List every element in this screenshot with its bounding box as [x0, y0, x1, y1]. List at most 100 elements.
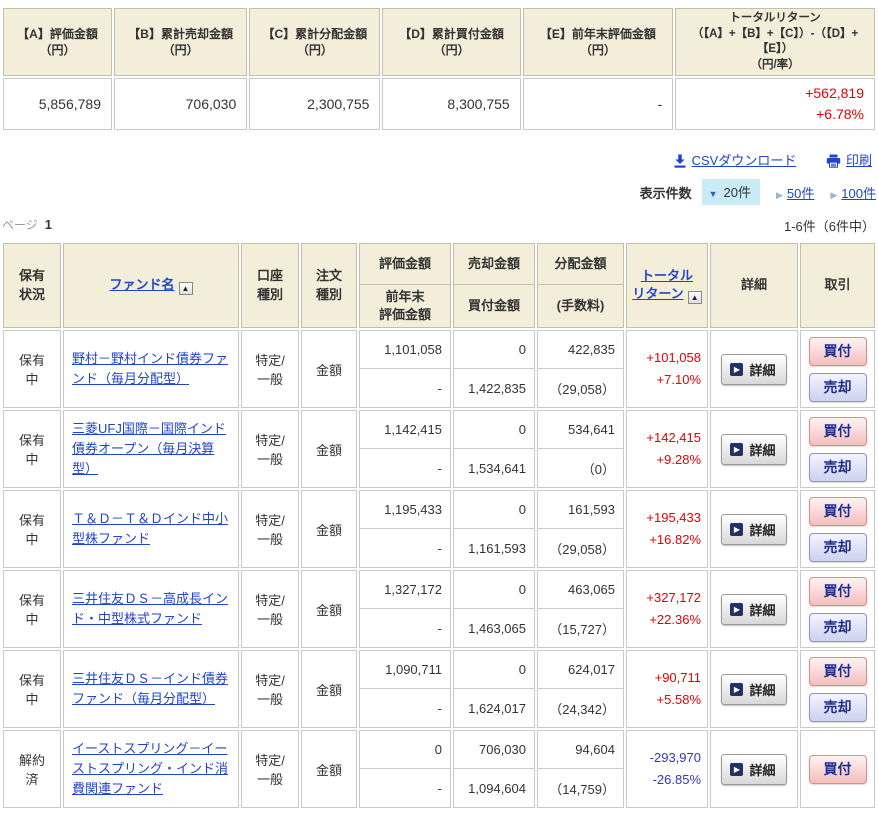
sell-buy-cell: 0 1,463,065	[453, 570, 535, 649]
col-trade: 取引	[800, 243, 875, 329]
detail-button-label: 詳細	[749, 522, 776, 538]
eval-amount-value: 1,090,711	[360, 651, 450, 690]
account-type-cell: 特定/ 一般	[241, 570, 299, 649]
fund-name-link[interactable]: 三菱UFJ国際－国際インド債券オープン（毎月決算型）	[72, 421, 226, 476]
buy-button[interactable]: 買付	[808, 416, 867, 446]
detail-button[interactable]: ▶ 詳細	[721, 513, 787, 545]
distribution-cell: 94,604 （14,759）	[537, 730, 624, 809]
fund-row: 保有 中野村－野村インド債券ファンド（毎月分配型） 特定/ 一般 金額 1,101,0…	[3, 330, 875, 409]
col-eval-amount: 評価金額	[360, 244, 450, 286]
page-indicator: ページ 1	[2, 216, 52, 235]
csv-download-link[interactable]: CSVダウンロード	[673, 153, 796, 168]
summary-table: 【A】評価金額 （円） 【B】累計売却金額 （円） 【C】累計分配金額 （円） 【D】…	[1, 6, 877, 132]
detail-button[interactable]: ▶ 詳細	[721, 353, 787, 385]
col-sell-buy: 売却金額 買付金額	[453, 243, 535, 329]
col-prev-year-eval: 前年末 評価金額	[378, 288, 431, 323]
eval-amount-value: 1,101,058	[360, 331, 450, 370]
display-count-option-50[interactable]: ▶ 50件	[776, 183, 814, 202]
buy-amount-value: 1,161,593	[468, 540, 526, 556]
buy-button[interactable]: 買付	[808, 496, 867, 526]
col-fund-name: ファンド名 ▲	[63, 243, 239, 329]
fund-name-link[interactable]: 三井住友ＤＳ－高成長インド・中型株式ファンド	[72, 591, 228, 626]
pagination-bar: ページ 1 1-6件（6件中）	[2, 216, 875, 235]
display-count-option-100[interactable]: ▶ 100件	[830, 183, 876, 202]
buy-amount-value: 1,463,065	[468, 620, 526, 636]
detail-button[interactable]: ▶ 詳細	[721, 753, 787, 785]
holding-status-cell: 解約 済	[3, 730, 61, 809]
summary-header-row: 【A】評価金額 （円） 【B】累計売却金額 （円） 【C】累計分配金額 （円） 【D】…	[3, 8, 875, 77]
detail-button[interactable]: ▶ 詳細	[721, 673, 787, 705]
eval-amount-value: 0	[360, 731, 450, 770]
summary-column-header: 【B】累計売却金額 （円）	[114, 8, 248, 77]
col-dist-amount: 分配金額	[538, 244, 623, 286]
distribution-cell: 463,065 （15,727）	[537, 570, 624, 649]
trade-button-stack: 買付	[801, 731, 874, 807]
sell-buy-cell: 0 1,534,641	[453, 410, 535, 489]
fund-row: 保有 中三菱UFJ国際－国際インド債券オープン（毎月決算型） 特定/ 一般 金額 1,…	[3, 410, 875, 489]
summary-column-header: 【E】前年末評価金額 （円）	[522, 8, 674, 77]
total-return-sort-link[interactable]: トータル リターン	[632, 268, 693, 301]
total-return-cell: +142,415 +9.28%	[626, 410, 708, 489]
holding-status-cell: 保有 中	[3, 650, 61, 729]
evaluation-cell: 1,142,415 -	[359, 410, 451, 489]
sell-amount-value: 0	[454, 651, 534, 690]
fund-table: 保有 状況 ファンド名 ▲ 口座 種別 注文 種別 評価金額 前年末 評価金額 売却…	[1, 241, 877, 810]
fund-row: 保有 中三井住友ＤＳ－インド債券ファンド（毎月分配型） 特定/ 一般 金額 1,090…	[3, 650, 875, 729]
detail-button-label: 詳細	[749, 682, 776, 698]
sell-button[interactable]: 売却	[808, 452, 867, 482]
detail-arrow-icon: ▶	[730, 442, 744, 456]
total-return-cell: -293,970 -26.85%	[626, 730, 708, 809]
evaluation-cell: 1,195,433 -	[359, 490, 451, 569]
distribution-cell: 161,593 （29,058）	[537, 490, 624, 569]
sell-button[interactable]: 売却	[808, 372, 867, 402]
detail-button[interactable]: ▶ 詳細	[721, 593, 787, 625]
current-page: 1	[44, 217, 52, 233]
prev-year-eval-value: -	[437, 700, 442, 716]
buy-button[interactable]: 買付	[808, 576, 867, 606]
buy-amount-value: 1,624,017	[468, 700, 526, 716]
display-count-option-100-label: 100件	[841, 185, 876, 201]
fund-name-link[interactable]: 三井住友ＤＳ－インド債券ファンド（毎月分配型）	[72, 671, 228, 706]
col-account-type: 口座 種別	[241, 243, 299, 329]
trade-cell: 買付 売却	[800, 650, 875, 729]
fee-value: （24,342）	[549, 701, 615, 717]
trade-button-stack: 買付 売却	[801, 571, 874, 647]
col-sell-amount: 売却金額	[454, 244, 534, 286]
sell-button[interactable]: 売却	[808, 692, 867, 722]
fund-row: 保有 中三井住友ＤＳ－高成長インド・中型株式ファンド 特定/ 一般 金額 1,327,…	[3, 570, 875, 649]
fund-name-link[interactable]: 野村－野村インド債券ファンド（毎月分配型）	[72, 351, 228, 386]
display-count-selected[interactable]: ▼ 20件	[701, 179, 760, 206]
prev-year-eval-value: -	[437, 780, 442, 796]
fund-name-sort-link[interactable]: ファンド名	[109, 277, 174, 292]
sell-button[interactable]: 売却	[808, 532, 867, 562]
trade-cell: 買付 売却	[800, 410, 875, 489]
sell-amount-value: 0	[454, 571, 534, 610]
fund-name-cell: 三菱UFJ国際－国際インド債券オープン（毎月決算型）	[63, 410, 239, 489]
total-return-cell: +101,058 +7.10%	[626, 330, 708, 409]
prev-year-eval-value: -	[437, 380, 442, 396]
display-count-label: 表示件数	[639, 185, 692, 201]
prev-year-eval-value: -	[437, 540, 442, 556]
sell-button[interactable]: 売却	[808, 612, 867, 642]
holding-status-cell: 保有 中	[3, 410, 61, 489]
fee-value: （15,727）	[549, 621, 615, 637]
buy-button[interactable]: 買付	[808, 656, 867, 686]
fund-name-link[interactable]: イーストスプリング－イーストスプリング・インド消費関連ファンド	[72, 741, 228, 796]
sort-asc-icon[interactable]: ▲	[178, 282, 193, 296]
print-link[interactable]: 印刷	[826, 153, 872, 168]
prev-year-eval-value: -	[437, 460, 442, 476]
summary-value-row: 5,856,789 706,030 2,300,755 8,300,755- +562,…	[3, 78, 875, 131]
fund-name-link[interactable]: Ｔ＆Ｄ－Ｔ＆Ｄインド中小型株ファンド	[72, 511, 228, 546]
order-type-cell: 金額	[301, 730, 357, 809]
display-count-option-50-label: 50件	[786, 185, 815, 201]
sort-asc-icon[interactable]: ▲	[687, 291, 702, 305]
trade-button-stack: 買付 売却	[801, 651, 874, 727]
detail-button[interactable]: ▶ 詳細	[721, 433, 787, 465]
summary-column-header: 【C】累計分配金額 （円）	[249, 8, 381, 77]
fund-row: 解約 済イーストスプリング－イーストスプリング・インド消費関連ファンド 特定/ 一…	[3, 730, 875, 809]
eval-amount-value: 1,327,172	[360, 571, 450, 610]
fee-value: （29,058）	[549, 541, 615, 557]
buy-button[interactable]: 買付	[808, 336, 867, 366]
summary-value: 8,300,755	[382, 78, 521, 131]
buy-button[interactable]: 買付	[808, 754, 867, 784]
